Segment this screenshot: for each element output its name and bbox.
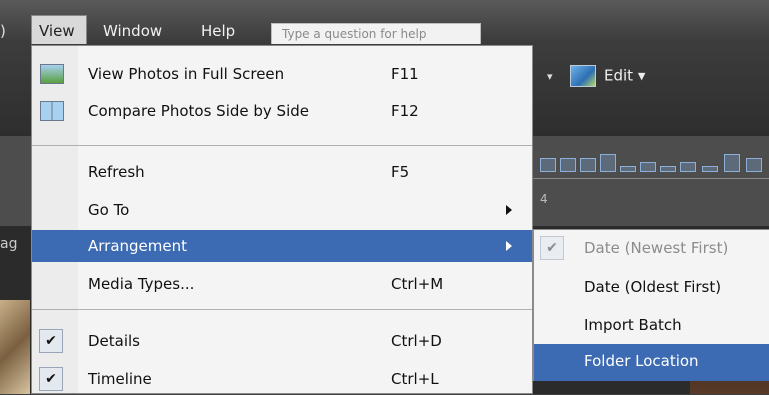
menu-view[interactable]: View (31, 15, 87, 45)
dropdown-arrow-icon[interactable]: ▾ (547, 70, 553, 83)
menu-item-details[interactable]: ✔ Details Ctrl+D (32, 325, 532, 357)
menu-item-refresh[interactable]: Refresh F5 (32, 156, 532, 188)
checkmark-icon: ✔ (39, 329, 63, 353)
photo-thumbnail[interactable] (0, 300, 30, 394)
menu-item-label: Media Types... (88, 275, 195, 293)
menubar: ) View Window Help Type a question for h… (0, 0, 769, 45)
menu-separator (32, 145, 532, 146)
timeline-bar[interactable] (680, 162, 696, 172)
arrangement-submenu: ✔ Date (Newest First) Date (Oldest First… (533, 229, 769, 381)
submenu-arrow-icon (506, 241, 512, 251)
menu-item-compare[interactable]: Compare Photos Side by Side F12 (32, 95, 532, 127)
submenu-arrow-icon (506, 205, 512, 215)
submenu-item-label: Date (Newest First) (584, 239, 729, 257)
view-menu: View Photos in Full Screen F11 Compare P… (31, 45, 533, 394)
menu-item-label: Go To (88, 201, 130, 219)
menu-help[interactable]: Help (201, 22, 235, 40)
menu-item-label: Timeline (88, 370, 152, 388)
timeline-bar[interactable] (746, 158, 762, 172)
checkmark-icon: ✔ (39, 367, 63, 391)
menu-item-label: Compare Photos Side by Side (88, 102, 309, 120)
timeline-ruler (530, 178, 769, 179)
menu-item-full-screen[interactable]: View Photos in Full Screen F11 (32, 58, 532, 90)
timeline-label: 4 (540, 192, 548, 206)
background-text-fragment: ag (0, 236, 18, 252)
submenu-item-label: Folder Location (584, 352, 699, 370)
menu-item-shortcut: Ctrl+L (391, 370, 439, 388)
compare-icon (40, 101, 64, 121)
timeline-bar[interactable] (620, 166, 636, 172)
timeline-bar[interactable] (560, 158, 576, 172)
submenu-item-date-newest: ✔ Date (Newest First) (534, 230, 769, 267)
menu-item-label: Arrangement (88, 237, 188, 255)
submenu-item-label: Import Batch (584, 316, 682, 334)
edit-icon (570, 65, 596, 87)
timeline-bar[interactable] (660, 166, 676, 172)
submenu-item-label: Date (Oldest First) (584, 278, 722, 296)
menu-item-media-types[interactable]: Media Types... Ctrl+M (32, 268, 532, 300)
timeline-bar[interactable] (702, 166, 718, 172)
timeline-bar[interactable] (580, 158, 596, 172)
menu-item-label: Details (88, 332, 141, 350)
menu-item-shortcut: Ctrl+D (391, 332, 442, 350)
submenu-item-folder-location[interactable]: Folder Location (534, 344, 769, 381)
menu-item-shortcut: F5 (391, 163, 410, 181)
menu-item-timeline[interactable]: ✔ Timeline Ctrl+L (32, 363, 532, 395)
timeline-bar[interactable] (724, 154, 740, 172)
menu-item-go-to[interactable]: Go To (32, 194, 532, 226)
menu-item-shortcut: F11 (391, 65, 419, 83)
menu-item-label: View Photos in Full Screen (88, 65, 285, 83)
submenu-item-import-batch[interactable]: Import Batch (534, 307, 769, 344)
edit-button-label: Edit ▾ (604, 66, 646, 85)
menu-item-shortcut: F12 (391, 102, 419, 120)
menu-item-label: Refresh (88, 163, 145, 181)
fullscreen-icon (40, 64, 64, 84)
edit-button[interactable]: Edit ▾ (570, 65, 645, 87)
menubar-fragment: ) (0, 22, 6, 40)
timeline-bar[interactable] (540, 158, 556, 172)
menu-separator (32, 309, 532, 310)
help-search-input[interactable]: Type a question for help (271, 23, 481, 45)
menu-item-arrangement[interactable]: Arrangement (32, 230, 532, 262)
submenu-item-date-oldest[interactable]: Date (Oldest First) (534, 269, 769, 306)
timeline-bar[interactable] (600, 154, 616, 172)
menu-window[interactable]: Window (103, 22, 162, 40)
timeline-bar[interactable] (640, 162, 656, 172)
checkmark-icon: ✔ (540, 236, 564, 260)
menu-item-shortcut: Ctrl+M (391, 275, 444, 293)
